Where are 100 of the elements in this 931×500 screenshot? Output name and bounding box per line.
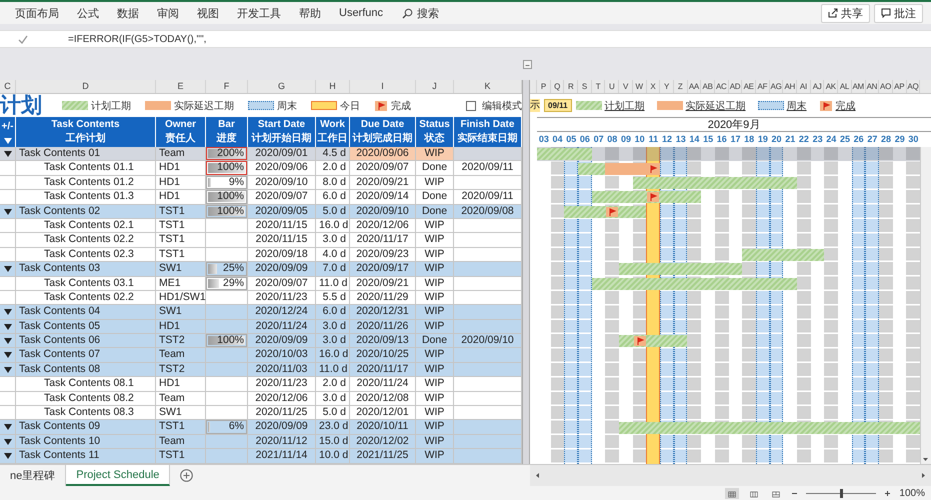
formula-text[interactable]: =IFERROR(IF(G5>TODAY(),"",	[68, 34, 206, 44]
table-row[interactable]: Task Contents 09 TST1 6% 2020/09/09 23.0 d 2020/10/11 WIP	[0, 420, 522, 435]
ribbon-tab[interactable]: 公式	[70, 4, 106, 22]
table-row[interactable]: Task Contents 02.3 TST1 2020/09/18 4.0 d 2020/09/23 WIP	[0, 248, 522, 262]
table-row[interactable]: Task Contents 03.1 ME1 29% 2020/09/07 11.0 d 2020/09/21 WIP	[0, 276, 522, 291]
column-letter[interactable]: AI	[797, 80, 811, 93]
caret-icon[interactable]	[4, 424, 12, 430]
day-label: 06	[578, 133, 591, 146]
outline-collapse-button[interactable]	[523, 60, 532, 68]
column-letter[interactable]: AG	[770, 80, 784, 93]
column-letter[interactable]: AB	[701, 80, 715, 93]
column-letter[interactable]: J	[416, 80, 454, 93]
vertical-scrollbar[interactable]	[920, 147, 931, 464]
ribbon-tab[interactable]: 帮助	[292, 4, 328, 22]
table-row[interactable]: Task Contents 02.1 TST1 2020/11/15 16.0 d 2020/12/06 WIP	[0, 218, 522, 234]
table-row[interactable]: Task Contents 02 TST1 100% 2020/09/05 5.0 d 2020/09/10 Done 2020/09/08	[0, 204, 522, 219]
column-letter[interactable]: D	[16, 80, 156, 93]
caret-icon[interactable]	[4, 352, 12, 358]
table-row[interactable]: Task Contents 08.1 HD1 2020/11/23 2.0 d 2020/11/24 WIP	[0, 377, 522, 392]
column-letter[interactable]: E	[156, 80, 206, 93]
column-letter[interactable]: C	[0, 80, 16, 93]
day-label: 14	[688, 133, 700, 146]
column-letter[interactable]: AL	[838, 80, 852, 93]
caret-icon[interactable]	[4, 366, 12, 373]
ribbon-tab[interactable]: 视图	[190, 4, 226, 22]
ribbon-tab[interactable]: 页面布局	[8, 4, 66, 22]
column-letter[interactable]: AD	[728, 80, 742, 93]
table-row[interactable]: Task Contents 02.2 TST1 2020/11/15 3.0 d 2020/11/17 WIP	[0, 233, 522, 248]
table-row[interactable]: Task Contents 08.3 SW1 2020/11/25 5.0 d 2020/12/01 WIP	[0, 406, 522, 420]
caret-icon[interactable]	[4, 324, 12, 330]
table-row[interactable]: Task Contents 06 TST2 100% 2020/09/09 3.0 d 2020/09/13 Done 2020/09/10	[0, 334, 522, 348]
column-letter[interactable]: Q	[550, 80, 564, 93]
column-letter[interactable]: AH	[783, 80, 798, 93]
column-letter[interactable]: AO	[879, 80, 893, 93]
month-label: 2020年9月	[537, 117, 931, 132]
table-row[interactable]: Task Contents 01.2 HD1 9% 2020/09/10 8.0 d 2020/09/21 WIP	[0, 176, 522, 190]
table-row[interactable]: Task Contents 08.2 Team 2020/12/06 3.0 d 2020/12/08 WIP	[0, 392, 522, 406]
caret-icon[interactable]	[4, 309, 12, 316]
column-letter[interactable]: X	[646, 80, 660, 93]
column-letter[interactable]: G	[248, 80, 316, 93]
column-letter[interactable]: Z	[674, 80, 688, 93]
column-letter[interactable]: AQ	[906, 80, 920, 93]
column-letter[interactable]: AC	[714, 80, 729, 93]
column-letter[interactable]: AK	[824, 80, 838, 93]
table-row[interactable]: Task Contents 11 TST1 2021/11/14 10.0 d 2021/11/25 WIP	[0, 449, 522, 464]
column-letter[interactable]: AJ	[810, 80, 824, 93]
caret-icon[interactable]	[4, 208, 12, 215]
column-letter[interactable]: F	[206, 80, 248, 93]
column-letter[interactable]: W	[632, 80, 646, 93]
zoom-in-icon[interactable]	[884, 490, 892, 497]
check-icon[interactable]	[18, 34, 28, 44]
caret-icon[interactable]	[4, 266, 12, 272]
column-letter[interactable]: AA	[688, 80, 702, 93]
search-label[interactable]: 搜索	[417, 6, 440, 20]
table-row[interactable]: Task Contents 01.1 HD1 100% 2020/09/06 2.0 d 2020/09/07 Done 2020/09/11	[0, 161, 522, 176]
add-sheet-icon[interactable]	[180, 469, 194, 482]
column-letter[interactable]: I	[350, 80, 416, 93]
horizontal-scrollbar[interactable]	[530, 465, 931, 486]
column-letter[interactable]: V	[619, 80, 633, 93]
column-letter[interactable]: AE	[742, 80, 756, 93]
column-letter[interactable]: U	[605, 80, 620, 93]
column-letter[interactable]: AP	[892, 80, 907, 93]
column-letter[interactable]: P	[537, 80, 551, 93]
column-letter[interactable]: S	[578, 80, 592, 93]
column-letter[interactable]: AF	[756, 80, 770, 93]
ribbon-tab[interactable]: 审阅	[150, 4, 186, 22]
search-icon[interactable]	[402, 8, 414, 18]
sheet-tab[interactable]: Project Schedule	[66, 465, 170, 486]
column-letter[interactable]: Y	[660, 80, 674, 93]
column-letter[interactable]: AM	[852, 80, 866, 93]
table-row[interactable]: Task Contents 02.2 HD1/SW1 2020/11/23 5.5 d 2020/11/29 WIP	[0, 290, 522, 306]
column-letter[interactable]: H	[316, 80, 350, 93]
caret-icon[interactable]	[4, 438, 12, 445]
ribbon-tab[interactable]: Userfunc	[332, 5, 390, 21]
caret-icon[interactable]	[4, 151, 12, 157]
column-letter[interactable]: AN	[866, 80, 880, 93]
date-text: 2020/09/10	[461, 334, 514, 346]
table-row[interactable]: Task Contents 03 SW1 25% 2020/09/09 7.0 d 2020/09/17 WIP	[0, 262, 522, 277]
table-row[interactable]: Task Contents 07 Team 2020/10/03 16.0 d 2020/10/25 WIP	[0, 348, 522, 363]
column-letter[interactable]: T	[592, 80, 606, 93]
caret-icon[interactable]	[4, 453, 12, 460]
share-button[interactable]: 共享	[821, 4, 870, 22]
table-row[interactable]: Task Contents 08 TST2 2020/11/03 11.0 d 2020/11/17 WIP	[0, 362, 522, 378]
comments-button[interactable]: 批注	[874, 4, 923, 22]
table-row[interactable]: Task Contents 05 HD1 2020/11/24 3.0 d 2020/11/26 WIP	[0, 320, 522, 334]
table-row[interactable]: Task Contents 01.3 HD1 100% 2020/09/07 6.0 d 2020/09/14 Done 2020/09/11	[0, 190, 522, 205]
table-row[interactable]: Task Contents 04 SW1 2020/12/24 6.0 d 2020/12/31 WIP	[0, 305, 522, 320]
zoom-out-icon[interactable]	[791, 490, 798, 497]
ribbon-tab[interactable]: 开发工具	[230, 4, 288, 22]
caret-icon[interactable]	[4, 338, 12, 344]
table-row[interactable]: Task Contents 01 Team 200% 2020/09/01 4.5 d 2020/09/06 WIP	[0, 147, 522, 162]
checkbox[interactable]	[466, 100, 476, 110]
slider-thumb[interactable]	[840, 489, 844, 498]
caret-icon[interactable]	[4, 138, 12, 144]
table-row[interactable]: Task Contents 10 Team 2020/11/12 15.0 d 2020/12/02 WIP	[0, 434, 522, 450]
column-letter[interactable]: R	[564, 80, 578, 93]
task-name: Task Contents 08	[19, 362, 100, 375]
date-text: 2020/09/09	[255, 334, 308, 346]
ribbon-tab[interactable]: 数据	[110, 4, 146, 22]
normal-view-icon[interactable]	[725, 488, 740, 499]
